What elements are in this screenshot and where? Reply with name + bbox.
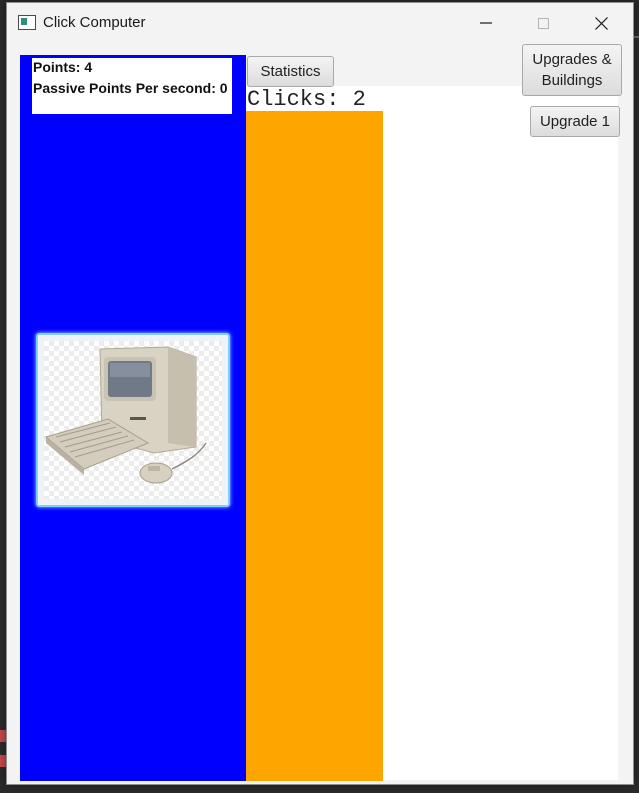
app-window-icon [18, 15, 36, 30]
points-label: Points: 4 [33, 59, 93, 75]
app-window: Click Computer Points: 4 Passive Points … [6, 2, 634, 785]
click-computer-button[interactable] [36, 333, 230, 507]
vintage-computer-image [44, 346, 207, 484]
clicks-panel [246, 111, 383, 781]
maximize-button[interactable] [520, 3, 566, 43]
upgrades-button-line2: Buildings [541, 72, 603, 89]
statistics-button[interactable]: Statistics [247, 56, 334, 87]
close-icon [594, 16, 608, 30]
upgrade-1-button[interactable]: Upgrade 1 [530, 106, 620, 137]
passive-points-label: Passive Points Per second: 0 [33, 80, 228, 96]
points-panel: Points: 4 Passive Points Per second: 0 [20, 55, 246, 781]
maximize-icon [537, 17, 549, 29]
upgrades-button-line1: Upgrades & [532, 51, 612, 68]
minimize-button[interactable] [463, 3, 509, 43]
client-area: Points: 4 Passive Points Per second: 0 C… [20, 44, 622, 781]
stats-box: Points: 4 Passive Points Per second: 0 [32, 58, 232, 114]
upgrades-buildings-button[interactable]: Upgrades & Buildings [522, 44, 622, 96]
clicks-counter: Clicks: 2 [247, 87, 366, 112]
window-title: Click Computer [43, 14, 146, 31]
minimize-icon [480, 22, 492, 24]
close-button[interactable] [578, 3, 624, 43]
title-bar[interactable]: Click Computer [7, 3, 633, 43]
